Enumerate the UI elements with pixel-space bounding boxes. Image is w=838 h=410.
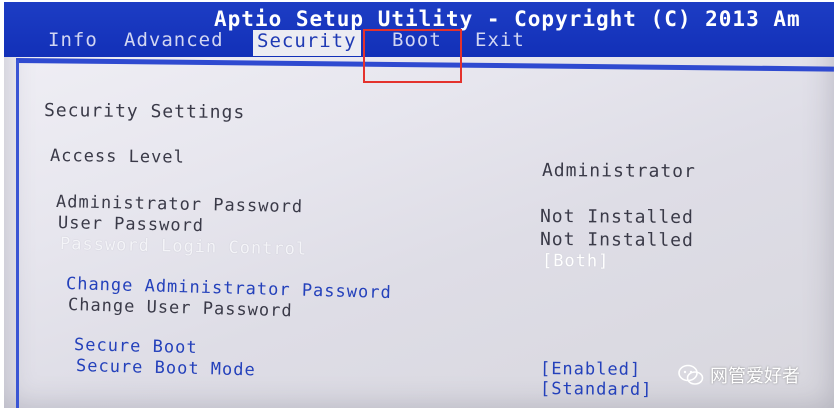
section-title: Security Settings: [43, 100, 246, 124]
wechat-icon: [678, 364, 704, 385]
user-password-status: Not Installed: [539, 229, 694, 252]
utility-title: Aptio Setup Utility - Copyright (C) 2013…: [214, 7, 801, 31]
annotation-highlight-boot: [363, 29, 462, 83]
access-level-value: Administrator: [541, 160, 696, 183]
user-password-label: User Password: [57, 213, 205, 237]
secure-boot-value[interactable]: [Enabled]: [540, 359, 641, 380]
access-level-label: Access Level: [49, 146, 185, 168]
password-login-control-value[interactable]: [Both]: [542, 251, 610, 271]
tab-advanced[interactable]: Advanced: [124, 29, 224, 51]
panel-left-border: [16, 60, 19, 408]
watermark-text: 网管爱好者: [710, 366, 800, 387]
tab-security[interactable]: Security: [253, 30, 361, 56]
secure-boot-mode-value[interactable]: [Standard]: [540, 379, 653, 400]
tab-exit[interactable]: Exit: [475, 29, 525, 51]
tab-info[interactable]: Info: [48, 29, 98, 51]
secure-boot-mode-label: Secure Boot Mode: [75, 356, 256, 381]
secure-boot-label: Secure Boot: [73, 335, 198, 359]
password-login-control-label: Password Login Control: [59, 234, 308, 260]
admin-password-status: Not Installed: [539, 206, 694, 229]
